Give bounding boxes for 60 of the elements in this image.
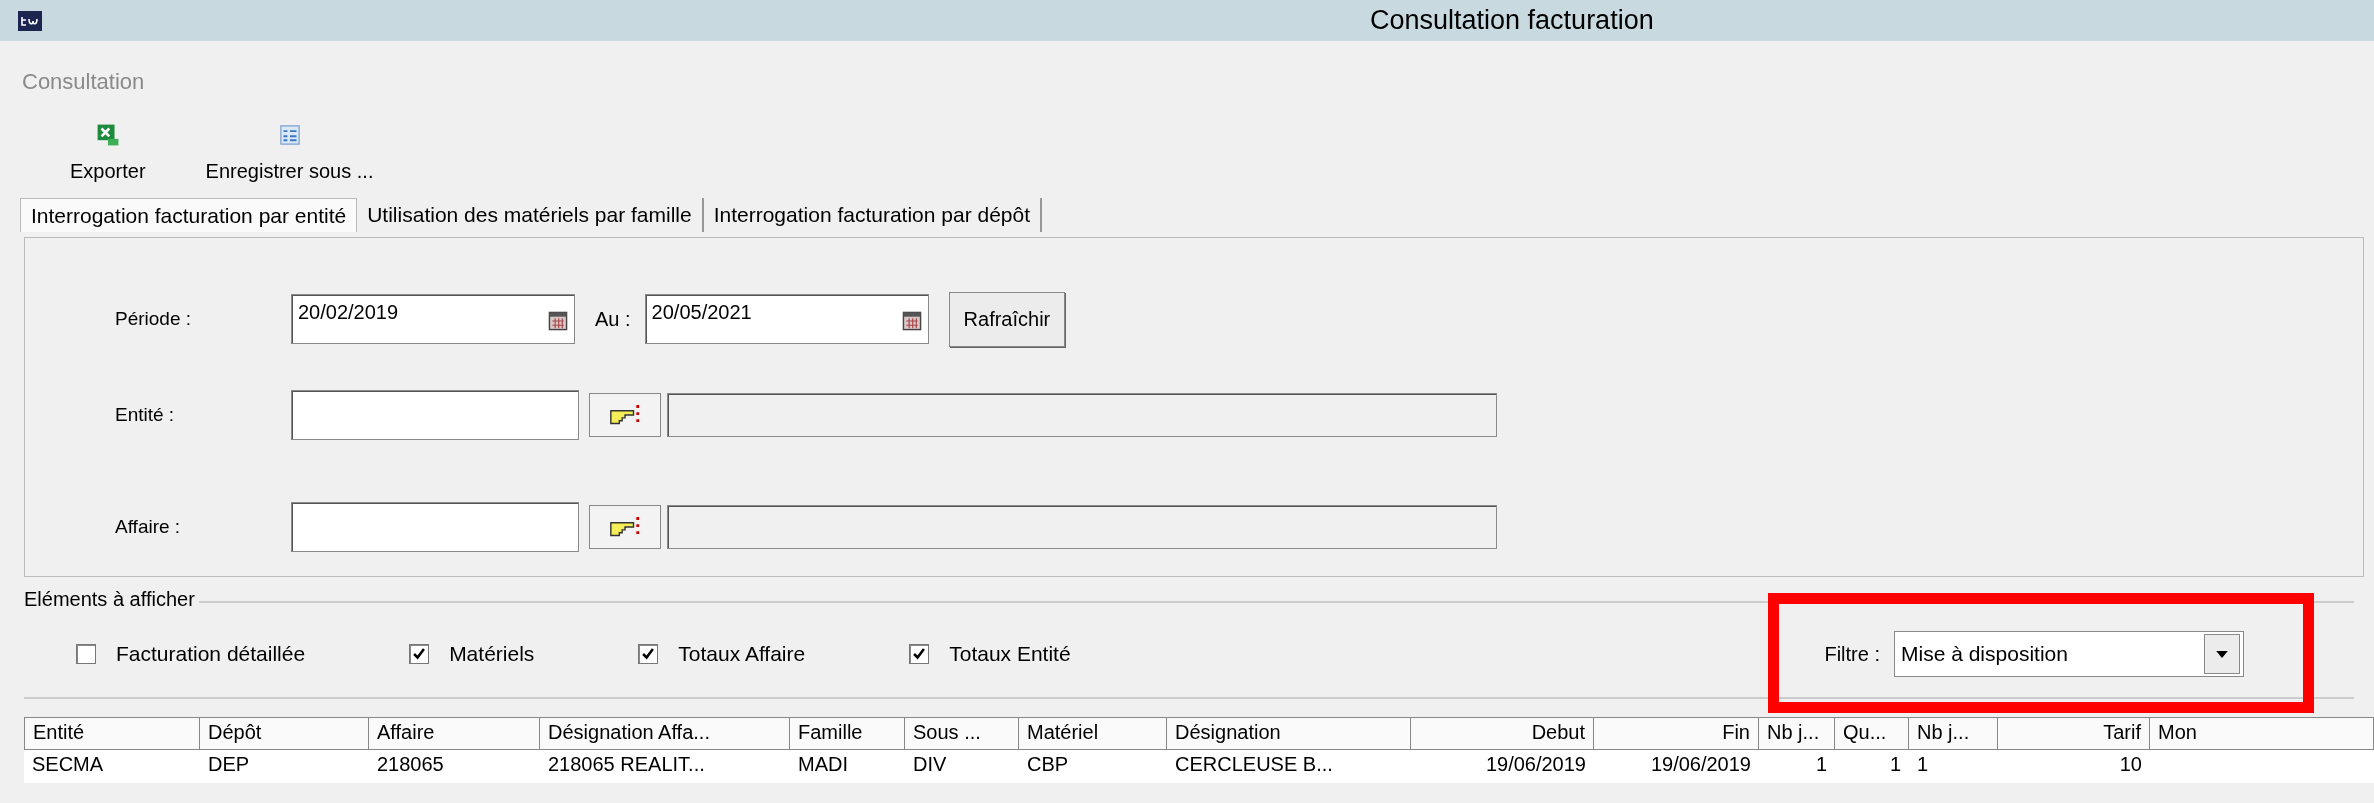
checkbox-option[interactable]: Totaux Affaire (638, 642, 806, 666)
column-header[interactable]: Tarif (1998, 717, 2150, 750)
table-cell: 1 (1889, 753, 1901, 775)
calendar-icon (901, 311, 922, 331)
table-cell: DEP (208, 753, 250, 775)
tab[interactable]: Interrogation facturation par entité (20, 198, 358, 232)
toolbar-button[interactable]: Exporter (60, 122, 156, 183)
column-header[interactable]: Famille (790, 717, 905, 750)
input-field[interactable] (291, 502, 579, 552)
table-cell: 1 (1815, 753, 1827, 775)
lookup-button[interactable] (589, 505, 661, 549)
field-label: Période : (114, 308, 193, 330)
checkbox-option[interactable]: Matériels (409, 642, 535, 666)
checkbox[interactable] (638, 644, 659, 664)
column-header[interactable]: Entité (24, 717, 200, 750)
filter-dropdown[interactable]: Mise à disposition (1894, 631, 2244, 677)
table-cell: 19/06/2019 (1650, 753, 1751, 775)
table-cell: 10 (2119, 753, 2142, 775)
column-header[interactable]: Nb j... (1909, 717, 1998, 750)
refresh-button[interactable]: Rafraîchir (948, 291, 1066, 347)
checkbox[interactable] (409, 644, 430, 664)
column-header[interactable]: Debut (1411, 717, 1594, 750)
table-cell: SECMA (32, 753, 104, 775)
table-cell: 19/06/2019 (1485, 753, 1586, 775)
column-header[interactable]: Nb j... (1759, 717, 1835, 750)
table-cell: 218065 (377, 753, 444, 775)
column-header[interactable]: Dépôt (200, 717, 369, 750)
table-cell: MADI (798, 753, 848, 775)
column-header[interactable]: Désignation Affa... (540, 717, 790, 750)
calendar-icon (548, 311, 568, 331)
input-field[interactable] (291, 390, 579, 440)
filter-label: Filtre : (1824, 642, 1880, 666)
lookup-button[interactable] (589, 393, 661, 437)
column-header[interactable]: Affaire (369, 717, 540, 750)
column-header[interactable]: Sous ... (905, 717, 1019, 750)
column-header[interactable]: Mon (2150, 717, 2374, 750)
column-header[interactable]: Désignation (1167, 717, 1411, 750)
column-header[interactable]: Qu... (1835, 717, 1909, 750)
table-cell: 1 (1917, 753, 1929, 775)
table-cell: CERCLEUSE B... (1175, 753, 1333, 775)
date-field[interactable]: 20/05/2021 (644, 294, 929, 344)
column-header[interactable]: Matériel (1019, 717, 1167, 750)
table-cell: CBP (1027, 753, 1069, 775)
app-logo-icon (18, 10, 42, 31)
tab[interactable]: Utilisation des matériels par famille (357, 198, 704, 232)
checkbox-option[interactable]: Facturation détaillée (76, 642, 306, 666)
field-label: Au : (595, 307, 631, 331)
column-header[interactable]: Fin (1594, 717, 1759, 750)
window-title: Consultation facturation (1370, 5, 1654, 36)
toolbar-button[interactable]: Enregistrer sous ... (195, 122, 384, 183)
field-label: Affaire : (114, 516, 182, 538)
tab[interactable]: Interrogation facturation par dépôt (703, 198, 1043, 232)
date-field[interactable]: 20/02/2019 (291, 294, 575, 344)
checkbox[interactable] (76, 644, 96, 664)
field-label: Entité : (114, 404, 176, 426)
table-cell: DIV (913, 753, 947, 775)
caret-icon (2216, 650, 2228, 658)
checkbox[interactable] (909, 644, 930, 664)
checkbox-option[interactable]: Totaux Entité (909, 642, 1071, 666)
table-cell: 218065 REALIT... (548, 753, 705, 775)
